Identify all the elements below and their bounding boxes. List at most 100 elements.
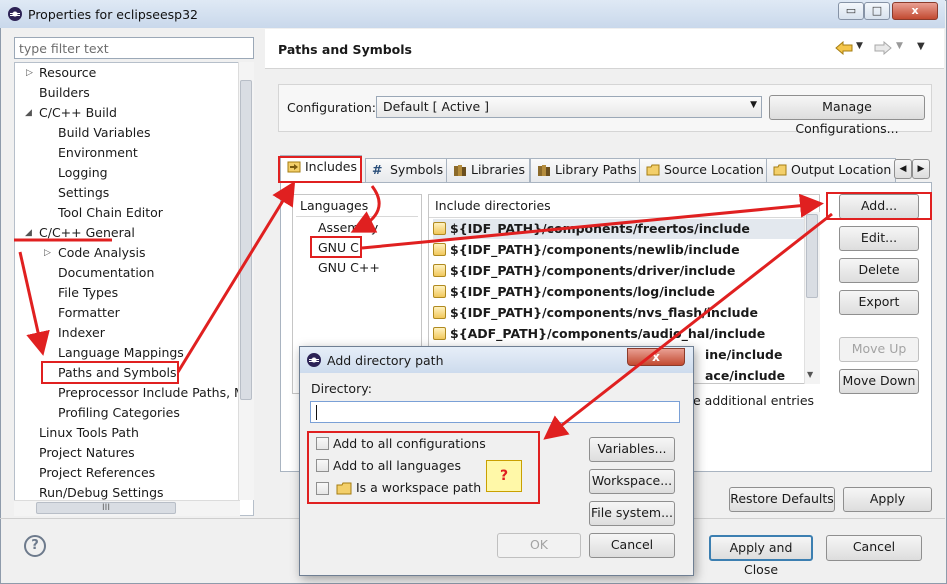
apply-and-close-button[interactable]: Apply and Close <box>709 535 813 577</box>
languages-header: Languages <box>300 198 369 213</box>
view-menu-icon[interactable]: ▼ <box>917 41 925 52</box>
dialog-close-button[interactable]: x <box>627 348 685 366</box>
annotation-box-paths-and-symbols <box>41 361 179 384</box>
include-row[interactable]: ${IDF_PATH}/components/freertos/include <box>433 219 805 239</box>
tab-scroll-left-button[interactable]: ◀ <box>894 159 912 179</box>
configuration-label: Configuration: <box>287 100 376 115</box>
move-down-button[interactable]: Move Down <box>839 369 919 394</box>
directory-input[interactable] <box>310 401 680 423</box>
tree-item-resource[interactable]: Resource <box>39 63 96 83</box>
collapsed-arrow-icon[interactable]: ▷ <box>26 68 33 78</box>
include-row[interactable]: ${IDF_PATH}/components/log/include <box>433 282 715 302</box>
tab-output-location[interactable]: Output Location <box>766 158 897 182</box>
close-button[interactable]: x <box>892 2 938 20</box>
delete-button[interactable]: Delete <box>839 258 919 283</box>
tree-item-builders[interactable]: Builders <box>39 83 90 103</box>
eclipse-icon <box>307 353 321 367</box>
minimize-button[interactable]: ▭ <box>838 2 864 20</box>
include-row[interactable]: ${IDF_PATH}/components/driver/include <box>433 261 735 281</box>
include-row[interactable]: ${IDF_PATH}/components/nvs_flash/include <box>433 303 758 323</box>
language-item-gnu-cpp[interactable]: GNU C++ <box>318 260 380 275</box>
filter-input[interactable]: type filter text <box>14 37 254 59</box>
tab-symbols[interactable]: # Symbols <box>365 158 449 182</box>
expanded-arrow-icon[interactable]: ◢ <box>25 228 32 238</box>
tree-items: ▷ Resource Builders ◢ C/C++ Build Build … <box>14 62 238 500</box>
dialog-cancel-button[interactable]: Cancel <box>589 533 675 558</box>
apply-button[interactable]: Apply <box>843 487 932 512</box>
scroll-down-icon[interactable]: ▼ <box>807 370 813 379</box>
move-up-button[interactable]: Move Up <box>839 337 919 362</box>
include-header-divider <box>429 217 819 218</box>
include-folder-icon <box>433 264 446 277</box>
expanded-arrow-icon[interactable]: ◢ <box>25 108 32 118</box>
tree-item-indexer[interactable]: Indexer <box>58 323 105 343</box>
hash-icon: # <box>372 162 383 177</box>
tab-source-location[interactable]: Source Location <box>639 158 769 182</box>
tree-item-environment[interactable]: Environment <box>58 143 138 163</box>
include-folder-icon <box>433 222 446 235</box>
include-row[interactable]: ${IDF_PATH}/components/newlib/include <box>433 240 740 260</box>
directory-label: Directory: <box>311 381 372 396</box>
variables-button[interactable]: Variables... <box>589 437 675 462</box>
chevron-down-icon: ▼ <box>750 100 757 110</box>
annotation-box-add-button <box>826 192 932 220</box>
library-icon <box>454 165 466 176</box>
tree-item-preprocessor-include-paths[interactable]: Preprocessor Include Paths, M <box>58 383 238 403</box>
tree-item-file-types[interactable]: File Types <box>58 283 118 303</box>
eclipse-icon <box>8 7 22 21</box>
cancel-button[interactable]: Cancel <box>826 535 922 561</box>
tree-item-linux-tools-path[interactable]: Linux Tools Path <box>39 423 139 443</box>
text-cursor <box>316 405 317 420</box>
language-item-assembly[interactable]: Assembly <box>318 220 378 235</box>
file-system-button[interactable]: File system... <box>589 501 675 526</box>
collapsed-arrow-icon[interactable]: ▷ <box>44 248 51 258</box>
include-row-partial[interactable]: ace/include <box>705 366 785 383</box>
maximize-button[interactable]: □ <box>864 2 890 20</box>
include-row[interactable]: ${ADF_PATH}/components/audio_hal/include <box>433 324 765 344</box>
tree-item-cpp-general[interactable]: C/C++ General <box>39 223 135 243</box>
tree-item-tool-chain-editor[interactable]: Tool Chain Editor <box>58 203 163 223</box>
tree-item-run-debug-settings[interactable]: Run/Debug Settings <box>39 483 164 500</box>
back-dropdown-icon[interactable]: ▼ <box>856 41 863 51</box>
tree-item-logging[interactable]: Logging <box>58 163 108 183</box>
include-row-partial[interactable]: ine/include <box>705 345 782 365</box>
folder-icon <box>646 164 660 176</box>
include-folder-icon <box>433 327 446 340</box>
manage-configurations-button[interactable]: Manage Configurations... <box>769 95 925 136</box>
tree-item-project-natures[interactable]: Project Natures <box>39 443 135 463</box>
tree-item-settings[interactable]: Settings <box>58 183 109 203</box>
include-folder-icon <box>433 285 446 298</box>
tree-item-cpp-build[interactable]: C/C++ Build <box>39 103 117 123</box>
configuration-value: Default [ Active ] <box>383 99 490 114</box>
workspace-button[interactable]: Workspace... <box>589 469 675 494</box>
additional-entries-text: e additional entries <box>693 393 815 408</box>
edit-button[interactable]: Edit... <box>839 226 919 251</box>
tree-vertical-scroll-thumb[interactable] <box>240 80 252 400</box>
tab-libraries[interactable]: Libraries <box>446 158 530 182</box>
arrow-left-icon[interactable] <box>835 41 853 55</box>
include-folder-icon <box>433 306 446 319</box>
restore-defaults-button[interactable]: Restore Defaults <box>729 487 835 512</box>
tree-item-build-variables[interactable]: Build Variables <box>58 123 150 143</box>
configuration-select[interactable]: Default [ Active ] ▼ <box>376 96 762 118</box>
tree-item-language-mappings[interactable]: Language Mappings <box>58 343 184 363</box>
export-button[interactable]: Export <box>839 290 919 315</box>
page-title: Paths and Symbols <box>278 42 412 57</box>
include-scroll-thumb[interactable] <box>806 214 818 298</box>
dialog-title: Add directory path <box>327 353 444 368</box>
tree-item-documentation[interactable]: Documentation <box>58 263 154 283</box>
tab-scroll-right-button[interactable]: ▶ <box>912 159 930 179</box>
help-icon[interactable]: ? <box>24 535 46 557</box>
tree-item-profiling-categories[interactable]: Profiling Categories <box>58 403 180 423</box>
library-path-icon <box>538 165 550 176</box>
tree-item-code-analysis[interactable]: Code Analysis <box>58 243 145 263</box>
tree-item-formatter[interactable]: Formatter <box>58 303 120 323</box>
tree-item-project-references[interactable]: Project References <box>39 463 155 483</box>
tab-library-paths[interactable]: Library Paths <box>530 158 642 182</box>
include-directories-header: Include directories <box>435 198 551 213</box>
arrow-right-icon[interactable] <box>874 41 892 55</box>
dialog-ok-button[interactable]: OK <box>497 533 581 558</box>
forward-dropdown-icon[interactable]: ▼ <box>896 41 903 51</box>
tree-horizontal-scroll-thumb[interactable]: III <box>36 502 176 514</box>
annotation-box-includes-tab <box>278 156 362 183</box>
